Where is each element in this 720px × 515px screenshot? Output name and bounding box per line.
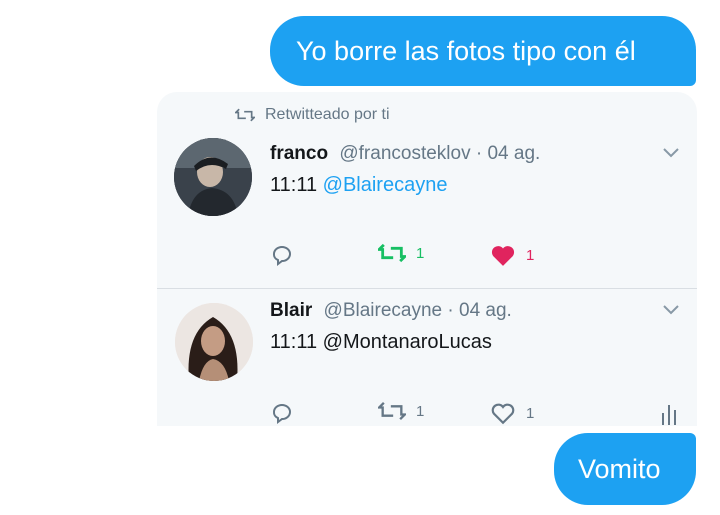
retweet-icon (378, 243, 406, 263)
chevron-down-icon[interactable] (663, 148, 679, 158)
display-name[interactable]: Blair (270, 300, 312, 321)
tweet-text-main: 11:11 (270, 174, 318, 196)
message-text: Vomito (578, 453, 661, 484)
avatar[interactable] (174, 138, 252, 216)
avatar-image (174, 138, 252, 216)
reply-icon (273, 404, 291, 424)
analytics-button[interactable] (660, 401, 688, 425)
like-count: 1 (526, 404, 535, 422)
heart-icon (491, 403, 515, 425)
tweet-header: franco @francosteklov · 04 ag. (270, 143, 540, 165)
username[interactable]: @Blairecayne (324, 300, 443, 321)
retweet-count: 1 (416, 402, 425, 420)
retweet-button[interactable]: 1 (378, 243, 424, 263)
tweet[interactable]: franco @francosteklov · 04 ag. 11:11 @Bl… (157, 92, 697, 288)
retweet-button[interactable]: 1 (378, 401, 424, 421)
retweet-icon (378, 402, 406, 420)
tweet-text: 11:11 @Blairecayne (270, 174, 447, 197)
tweet-actions: 1 1 (270, 243, 690, 267)
tweet-header: Blair @Blairecayne · 04 ag. (270, 300, 512, 322)
like-count: 1 (526, 246, 535, 264)
shared-tweet-card[interactable]: Retwitteado por ti franco @francosteklov… (157, 92, 697, 426)
message-text: Yo borre las fotos tipo con él (296, 35, 636, 66)
sent-message-bubble[interactable]: Vomito (554, 433, 696, 505)
retweet-count: 1 (416, 244, 425, 262)
username[interactable]: @francosteklov (339, 143, 470, 164)
tweet[interactable]: Blair @Blairecayne · 04 ag. 11:11 @Monta… (157, 289, 697, 426)
reply-icon (273, 246, 291, 266)
tweet-text: 11:11 @MontanaroLucas (270, 331, 492, 353)
tweet-actions: 1 1 (270, 401, 690, 425)
avatar-image (175, 303, 253, 381)
like-button[interactable]: 1 (490, 401, 534, 425)
like-button[interactable]: 1 (490, 243, 534, 267)
analytics-icon (662, 405, 676, 425)
timestamp: · 04 ag. (447, 300, 512, 321)
reply-button[interactable] (270, 243, 304, 267)
mention-link[interactable]: @Blairecayne (323, 174, 448, 196)
display-name[interactable]: franco (270, 143, 328, 164)
chevron-down-icon[interactable] (663, 305, 679, 315)
timestamp: · 04 ag. (475, 143, 541, 164)
sent-message-bubble[interactable]: Yo borre las fotos tipo con él (270, 16, 696, 86)
reply-button[interactable] (270, 401, 304, 425)
avatar[interactable] (175, 303, 253, 381)
heart-icon (491, 246, 515, 266)
